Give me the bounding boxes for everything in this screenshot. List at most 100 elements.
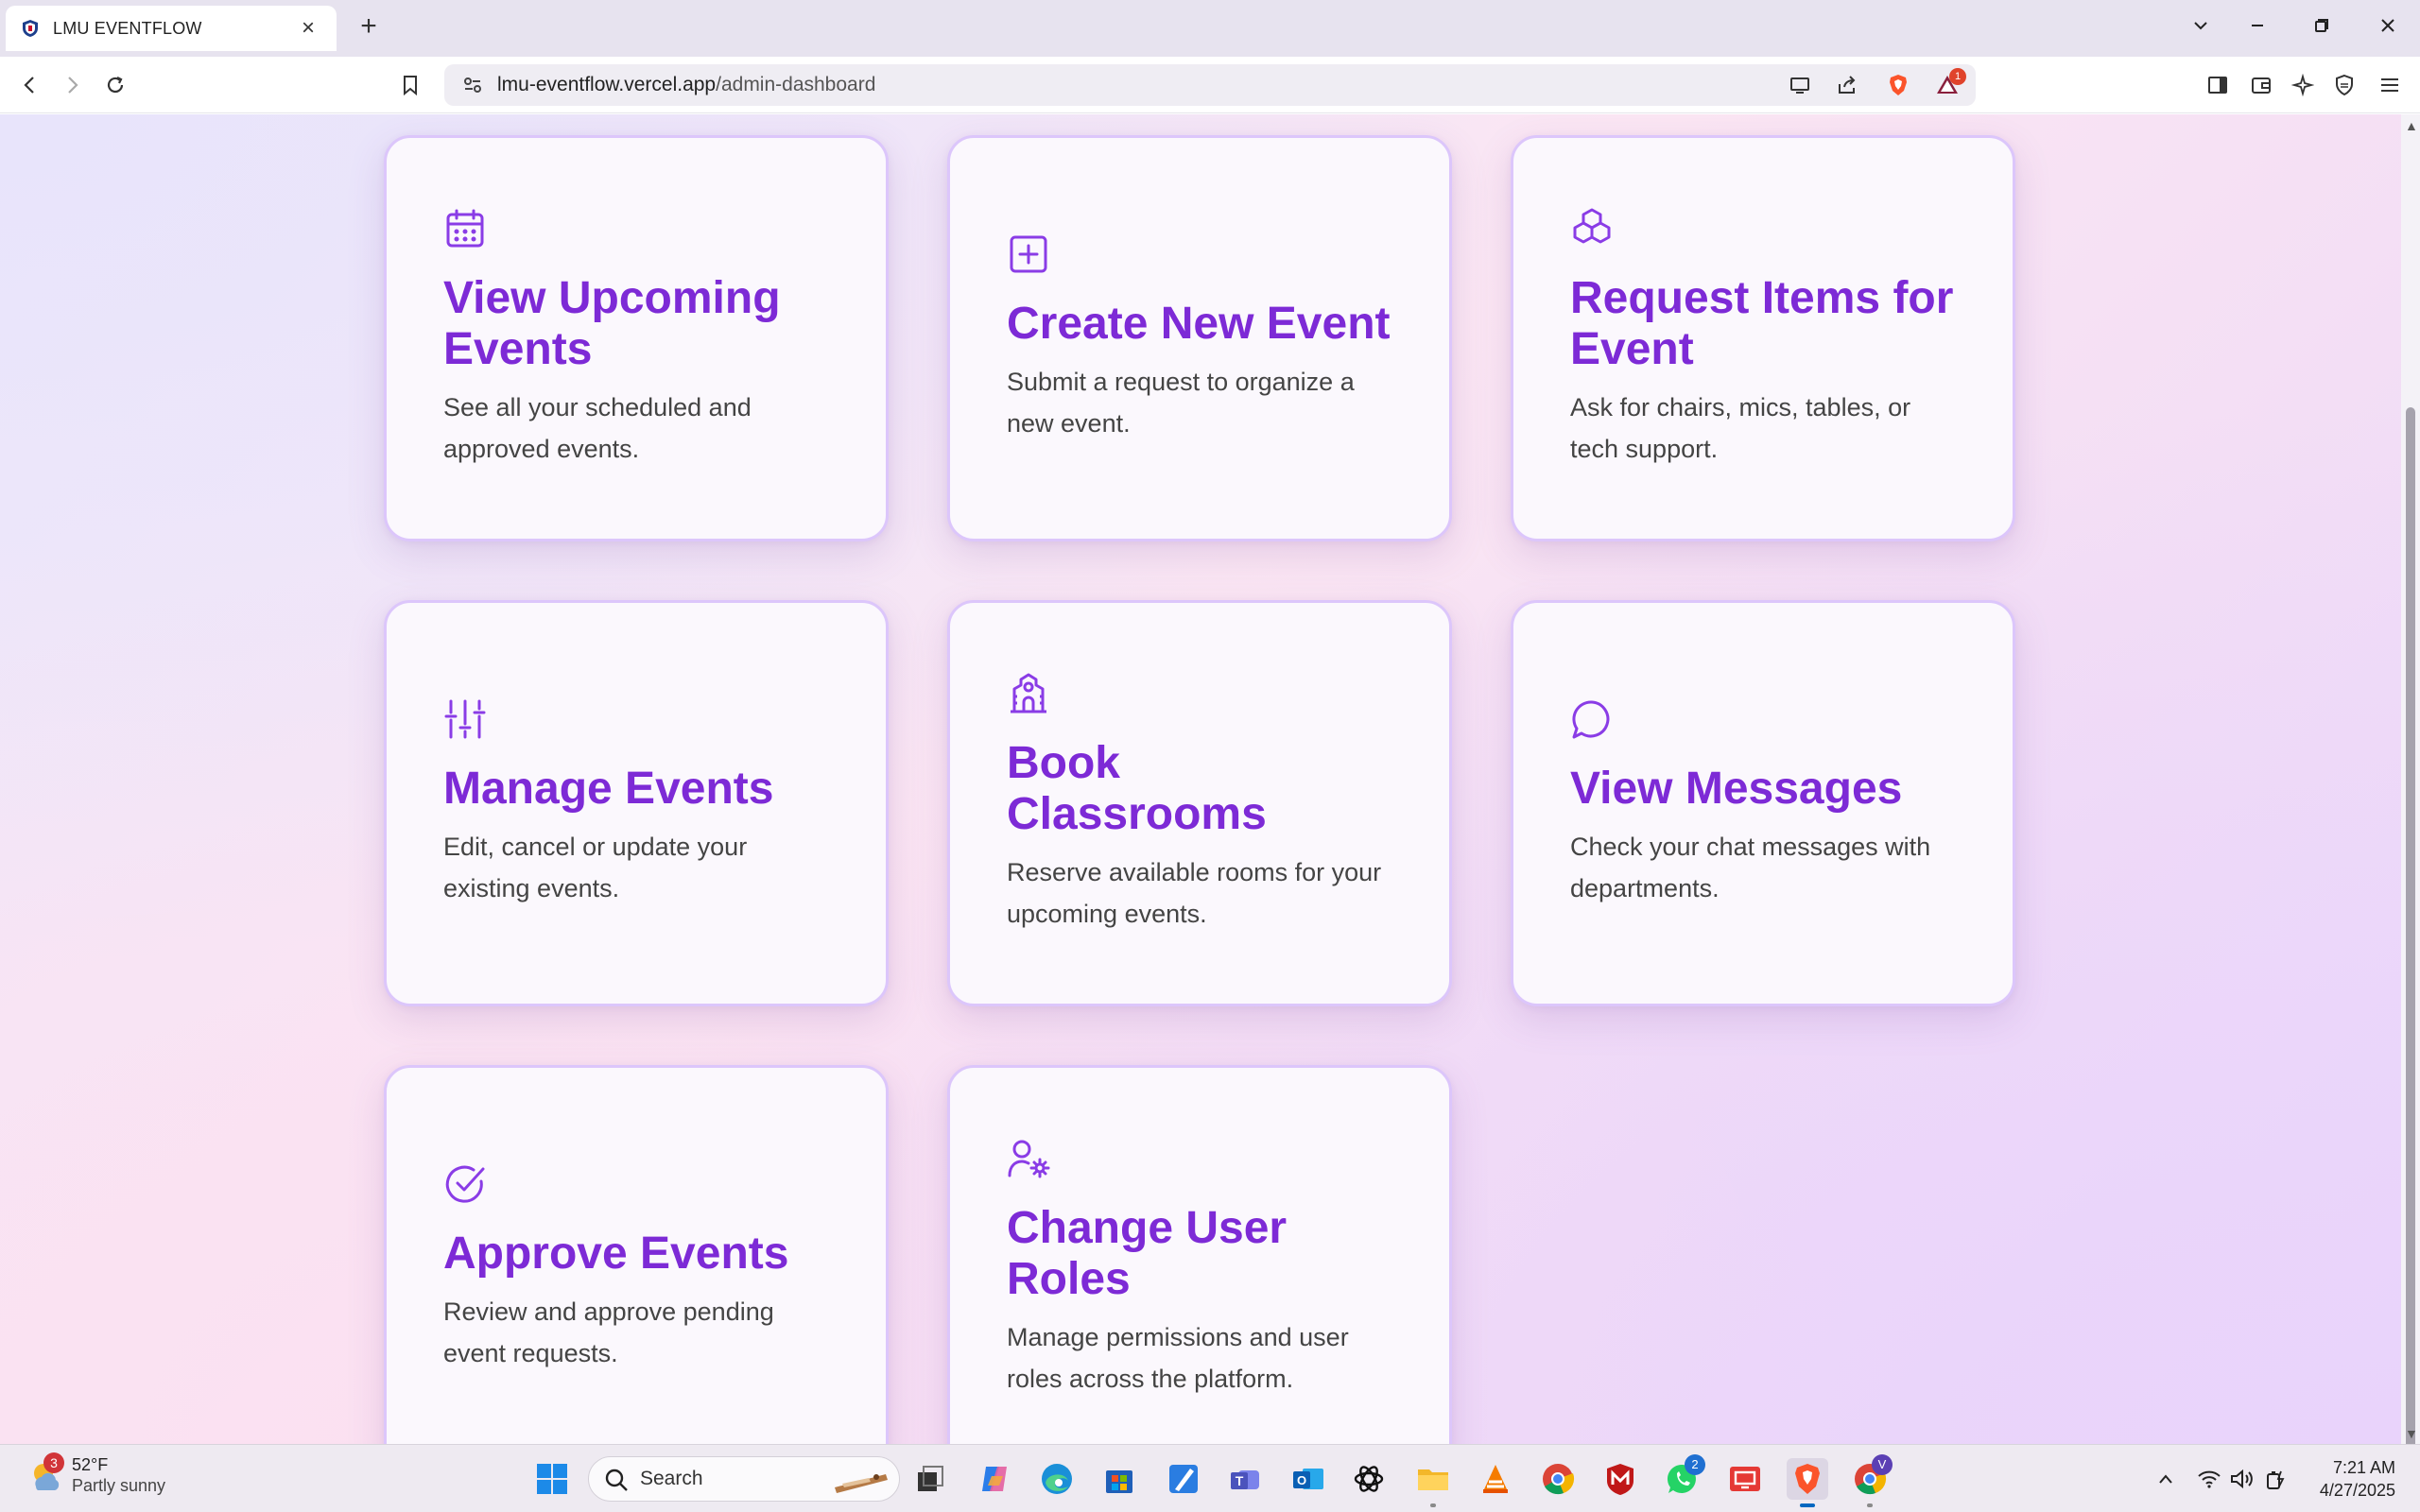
- sliders-icon: [443, 697, 487, 741]
- page-scrollbar[interactable]: ▲ ▼: [2401, 114, 2420, 1471]
- show-hidden-icons-icon[interactable]: [2152, 1458, 2180, 1500]
- partly-sunny-icon: 3: [26, 1452, 64, 1494]
- whatsapp-icon[interactable]: 2: [1662, 1454, 1705, 1500]
- new-tab-icon[interactable]: +: [354, 11, 384, 42]
- tab-close-icon[interactable]: ×: [295, 15, 321, 42]
- card-create-new-event[interactable]: Create New Event Submit a request to org…: [947, 135, 1452, 541]
- cast-icon[interactable]: [1785, 70, 1815, 100]
- active-indicator: [1800, 1503, 1815, 1507]
- outlook-icon[interactable]: O: [1288, 1458, 1329, 1500]
- card-description: Edit, cancel or update your existing eve…: [443, 833, 748, 902]
- brave-shields-icon[interactable]: [1883, 70, 1913, 100]
- brave-browser-icon[interactable]: [1787, 1458, 1828, 1507]
- minimize-icon[interactable]: [2238, 11, 2276, 43]
- sidebar-toggle-icon[interactable]: [2203, 70, 2233, 100]
- card-book-classrooms[interactable]: Book Classrooms Reserve available rooms …: [947, 600, 1452, 1006]
- weather-temp: 52°F: [72, 1455, 109, 1474]
- battery-icon[interactable]: [2261, 1458, 2290, 1500]
- menu-icon[interactable]: [2375, 70, 2405, 100]
- message-circle-icon: [1570, 697, 1614, 741]
- running-indicator: [1430, 1503, 1436, 1507]
- restore-icon[interactable]: [2303, 11, 2341, 43]
- microsoft-store-icon[interactable]: [1098, 1458, 1140, 1500]
- wallet-icon[interactable]: [2246, 70, 2276, 100]
- tab-title: LMU EVENTFLOW: [53, 18, 202, 38]
- card-view-upcoming-events[interactable]: View Upcoming Events See all your schedu…: [384, 135, 889, 541]
- scroll-down-icon[interactable]: ▼: [2405, 1427, 2418, 1440]
- leo-ai-icon[interactable]: [2288, 70, 2318, 100]
- card-view-messages[interactable]: View Messages Check your chat messages w…: [1511, 600, 2015, 1006]
- weather-desc: Partly sunny: [72, 1476, 166, 1495]
- url-path: /admin-dashboard: [716, 74, 876, 95]
- remote-desktop-icon[interactable]: [1724, 1458, 1766, 1500]
- vpn-shield-icon[interactable]: [2329, 70, 2360, 100]
- brave-rewards-icon[interactable]: 1: [1932, 68, 1966, 100]
- card-description: Ask for chairs, mics, tables, or tech su…: [1570, 393, 1911, 463]
- weather-widget[interactable]: 3 52°F Partly sunny: [26, 1452, 166, 1496]
- wifi-icon[interactable]: [2195, 1458, 2223, 1500]
- browser-toolbar: lmu-eventflow.vercel.app/admin-dashboard…: [0, 57, 2420, 113]
- card-description: Manage permissions and user roles across…: [1007, 1323, 1349, 1393]
- edge-icon[interactable]: [1036, 1458, 1078, 1500]
- card-description: Submit a request to organize a new event…: [1007, 368, 1355, 438]
- clock-date: 4/27/2025: [2319, 1481, 2395, 1500]
- teams-icon[interactable]: T: [1225, 1458, 1267, 1500]
- chatgpt-icon[interactable]: [1348, 1458, 1390, 1500]
- start-icon[interactable]: [531, 1458, 573, 1500]
- rewards-badge: 1: [1949, 68, 1966, 85]
- card-title: Book Classrooms: [1007, 738, 1267, 839]
- chrome-profile-icon[interactable]: V: [1849, 1454, 1893, 1507]
- system-clock[interactable]: 7:21 AM 4/27/2025: [2320, 1456, 2395, 1502]
- card-title: Approve Events: [443, 1228, 789, 1279]
- boxes-icon: [1570, 207, 1614, 250]
- card-title: Change User Roles: [1007, 1203, 1288, 1304]
- plus-square-icon: [1007, 232, 1050, 276]
- card-description: See all your scheduled and approved even…: [443, 393, 752, 463]
- reload-icon[interactable]: [100, 70, 130, 100]
- tab-strip: LMU EVENTFLOW × +: [0, 0, 2420, 57]
- url-text: lmu-eventflow.vercel.app/admin-dashboard: [497, 64, 875, 106]
- taskbar-search[interactable]: Search: [588, 1456, 900, 1502]
- search-highlight-icon: [835, 1474, 888, 1493]
- calendar-icon: [443, 207, 487, 250]
- address-bar[interactable]: lmu-eventflow.vercel.app/admin-dashboard…: [444, 64, 1976, 106]
- card-request-items[interactable]: Request Items for Event Ask for chairs, …: [1511, 135, 2015, 541]
- bookmark-icon[interactable]: [395, 70, 425, 100]
- weather-badge: 3: [43, 1452, 64, 1473]
- share-icon[interactable]: [1832, 70, 1862, 100]
- school-building-icon: [1007, 672, 1050, 715]
- browser-tab[interactable]: LMU EVENTFLOW ×: [6, 6, 337, 51]
- close-window-icon[interactable]: [2369, 11, 2407, 43]
- forward-icon[interactable]: [57, 70, 87, 100]
- mcafee-icon[interactable]: [1599, 1458, 1641, 1500]
- card-approve-events[interactable]: Approve Events Review and approve pendin…: [384, 1065, 889, 1444]
- svg-text:T: T: [1236, 1473, 1244, 1488]
- copilot-icon[interactable]: [974, 1458, 1015, 1500]
- card-title: View Messages: [1570, 764, 1903, 814]
- whatsapp-badge: 2: [1685, 1454, 1705, 1475]
- chrome-icon[interactable]: [1537, 1458, 1579, 1500]
- clock-time: 7:21 AM: [2332, 1458, 2395, 1477]
- page-content: View Upcoming Events See all your schedu…: [0, 114, 2401, 1444]
- scroll-thumb[interactable]: [2406, 407, 2415, 1471]
- pen-app-icon[interactable]: [1163, 1458, 1204, 1500]
- tab-search-chevron-icon[interactable]: [2182, 11, 2220, 43]
- url-host: lmu-eventflow.vercel.app: [497, 74, 717, 95]
- card-manage-events[interactable]: Manage Events Edit, cancel or update you…: [384, 600, 889, 1006]
- search-icon: [605, 1469, 628, 1491]
- svg-text:O: O: [1297, 1473, 1306, 1487]
- running-indicator: [1867, 1503, 1873, 1507]
- card-change-user-roles[interactable]: Change User Roles Manage permissions and…: [947, 1065, 1452, 1444]
- card-description: Reserve available rooms for your upcomin…: [1007, 858, 1382, 928]
- card-title: View Upcoming Events: [443, 273, 781, 374]
- volume-icon[interactable]: [2227, 1458, 2256, 1500]
- card-description: Review and approve pending event request…: [443, 1297, 774, 1367]
- site-settings-icon[interactable]: [458, 70, 488, 100]
- scroll-up-icon[interactable]: ▲: [2405, 119, 2418, 132]
- back-icon[interactable]: [15, 70, 45, 100]
- task-view-icon[interactable]: [909, 1458, 951, 1500]
- card-description: Check your chat messages with department…: [1570, 833, 1931, 902]
- file-explorer-icon[interactable]: [1412, 1458, 1454, 1507]
- card-title: Create New Event: [1007, 299, 1391, 349]
- vlc-icon[interactable]: [1475, 1458, 1516, 1500]
